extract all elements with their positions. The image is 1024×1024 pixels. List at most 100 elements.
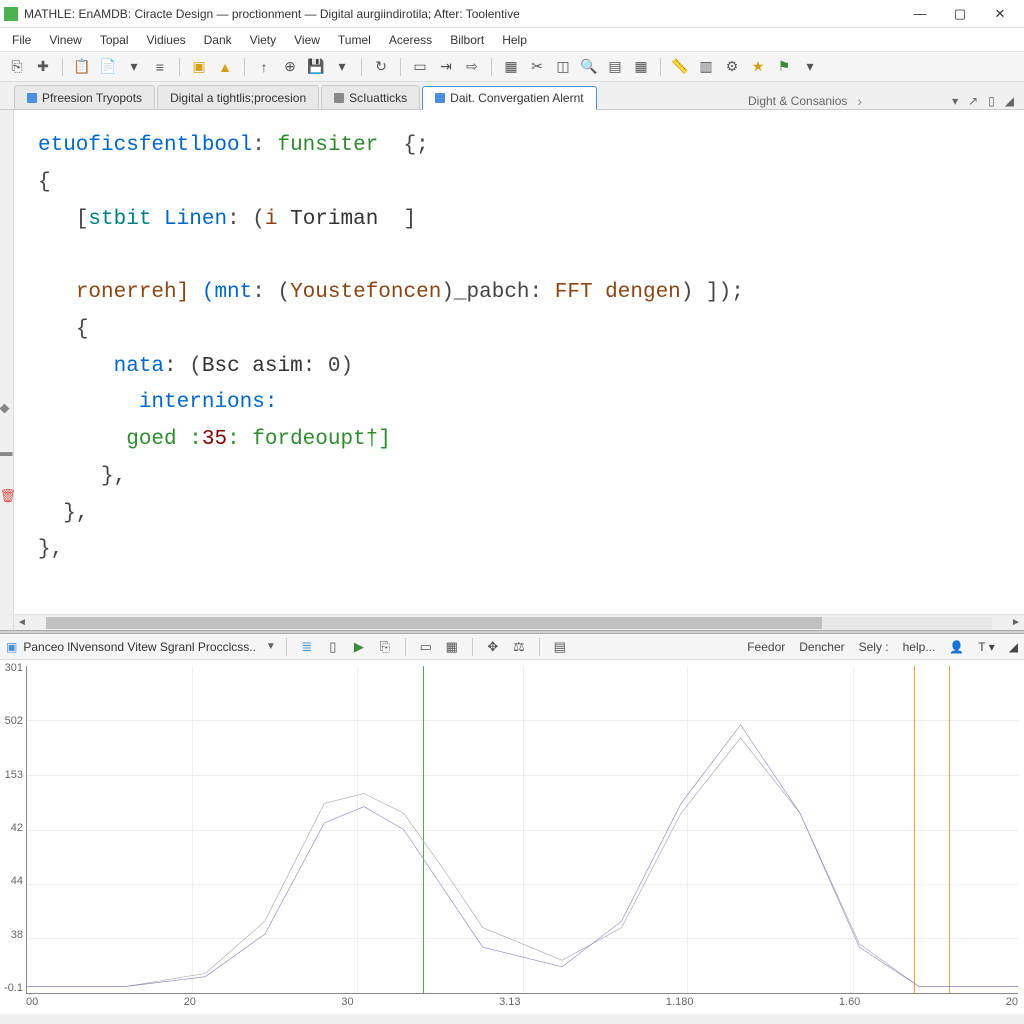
editor-pane: etuoficsfentlbool: funsiter {; { [stbit … [14, 110, 1024, 630]
menu-item[interactable]: Aceress [381, 30, 440, 50]
tab-item-active[interactable]: Dait. Convergatien Alernt [422, 86, 596, 110]
run-icon[interactable]: ▶ [349, 637, 369, 657]
menu-view[interactable]: View [286, 30, 328, 50]
menu-item[interactable]: Topal [92, 30, 137, 50]
align-icon[interactable]: ≣ [297, 637, 317, 657]
columns-icon[interactable]: ▯ [323, 637, 343, 657]
scroll-left-icon[interactable]: ◄ [14, 617, 30, 628]
code-token: Bsc [202, 355, 240, 378]
menu-item[interactable]: Vidiues [139, 30, 194, 50]
panel-toolbar: ▣ Panceo lNvensond Vitew Sgranl Procclcs… [0, 634, 1024, 660]
grid-icon[interactable]: ▦ [500, 56, 522, 78]
expand-icon[interactable]: ◢ [1005, 94, 1014, 108]
scroll-track[interactable] [46, 617, 992, 629]
plot-area[interactable] [26, 666, 1018, 994]
gear-icon[interactable]: ⚙ [721, 56, 743, 78]
folder-icon[interactable]: ▭ [409, 56, 431, 78]
new-icon[interactable]: ⎘ [6, 56, 28, 78]
paste-icon[interactable]: 📄 [97, 56, 119, 78]
separator [472, 638, 473, 656]
chart-icon[interactable]: ◫ [552, 56, 574, 78]
panel-icon[interactable]: ▯ [988, 94, 995, 108]
tab-item[interactable]: Pfreesion Tryopots [14, 85, 155, 109]
tab-item[interactable]: Digital a tightlis;procesion [157, 85, 319, 109]
forward-icon[interactable]: ⇨ [461, 56, 483, 78]
menu-file[interactable]: File [4, 30, 39, 50]
up-icon[interactable]: ↑ [253, 56, 275, 78]
person-icon[interactable]: ▲ [214, 56, 236, 78]
code-token: Toriman [290, 208, 378, 231]
list-icon[interactable]: ≡ [149, 56, 171, 78]
code-editor[interactable]: etuoficsfentlbool: funsiter {; { [stbit … [14, 110, 1024, 614]
menubar: File Vinew Topal Vidiues Dank Viety View… [0, 28, 1024, 52]
menu-item[interactable]: Bilbort [442, 30, 492, 50]
star-icon[interactable]: ★ [747, 56, 769, 78]
text-icon[interactable]: T ▾ [978, 640, 994, 654]
dropdown-icon[interactable]: ▾ [952, 94, 958, 108]
delete-icon[interactable]: 🗑 [0, 488, 14, 502]
dropdown-icon[interactable]: ▾ [123, 56, 145, 78]
table2-icon[interactable]: ▤ [550, 637, 570, 657]
ytick: 301 [5, 662, 23, 674]
panel-link[interactable]: help... [903, 640, 936, 654]
separator [286, 638, 287, 656]
chevron-down-icon[interactable]: ▾ [799, 56, 821, 78]
xtick: 30 [341, 996, 353, 1012]
breadcrumb-text[interactable]: Dight & Consanios [748, 94, 847, 108]
ruler-icon[interactable]: 📏 [669, 56, 691, 78]
panel-badge-icon: ▣ [6, 640, 17, 654]
zoom-icon[interactable]: 🔍 [578, 56, 600, 78]
center-icon[interactable]: ⊕ [279, 56, 301, 78]
chevron-down-icon[interactable]: ▼ [266, 641, 276, 652]
marker-icon[interactable]: ▬ [0, 444, 14, 458]
save2-icon[interactable]: ▭ [416, 637, 436, 657]
user2-icon[interactable]: 👤 [949, 640, 964, 654]
grid2-icon[interactable]: ▦ [630, 56, 652, 78]
xtick: 1.60 [839, 996, 860, 1012]
cursor-icon[interactable]: ✥ [483, 637, 503, 657]
ytick: -0.1 [4, 982, 23, 994]
code-token: Youstefoncen [290, 281, 441, 304]
menu-item[interactable]: Vinew [41, 30, 89, 50]
ytick: 42 [11, 822, 23, 834]
signal-chart[interactable]: 301 502 153 42 44 38 -0.1 00 20 30 3.13 … [0, 660, 1024, 1014]
close-button[interactable]: ✕ [980, 1, 1020, 27]
pin-icon[interactable]: ↗ [968, 94, 978, 108]
measure-icon[interactable]: ⚖ [509, 637, 529, 657]
user-icon[interactable]: ▣ [188, 56, 210, 78]
table-icon[interactable]: ▤ [604, 56, 626, 78]
expand2-icon[interactable]: ◢ [1009, 640, 1018, 654]
copy2-icon[interactable]: ⎘ [375, 637, 395, 657]
ytick: 44 [11, 875, 23, 887]
menu-item[interactable]: Dank [196, 30, 240, 50]
save-icon[interactable]: 💾 [305, 56, 327, 78]
xtick: 1.180 [666, 996, 694, 1012]
refresh-icon[interactable]: ↻ [370, 56, 392, 78]
code-token: stbit [88, 208, 151, 231]
panel-title[interactable]: Panceo lNvensond Vitew Sgranl Procclcss.… [23, 640, 260, 654]
flag-icon[interactable]: ⚑ [773, 56, 795, 78]
tab-item[interactable]: ScIuatticks [321, 85, 420, 109]
minimize-button[interactable]: — [900, 1, 940, 27]
code-token: goed : [126, 428, 202, 451]
grid3-icon[interactable]: ▦ [442, 637, 462, 657]
menu-item[interactable]: Tumel [330, 30, 379, 50]
scroll-thumb[interactable] [46, 617, 822, 629]
menu-help[interactable]: Help [494, 30, 535, 50]
horizontal-scrollbar[interactable]: ◄ ► [14, 614, 1024, 630]
panel-link[interactable]: Feedor [747, 640, 785, 654]
scroll-right-icon[interactable]: ► [1008, 617, 1024, 628]
maximize-button[interactable]: ▢ [940, 1, 980, 27]
code-token: (mnt [202, 281, 252, 304]
copy-icon[interactable]: 📋 [71, 56, 93, 78]
menu-item[interactable]: Viety [242, 30, 284, 50]
chevron-down-icon[interactable]: ▾ [331, 56, 353, 78]
tools-icon[interactable]: ✂ [526, 56, 548, 78]
doc-icon[interactable]: ▥ [695, 56, 717, 78]
panel-link[interactable]: Dencher [799, 640, 844, 654]
chevron-right-icon[interactable]: › [857, 93, 862, 109]
breakpoint-icon[interactable]: ◆ [0, 400, 14, 414]
export-icon[interactable]: ⇥ [435, 56, 457, 78]
panel-link[interactable]: Sely : [859, 640, 889, 654]
add-icon[interactable]: ✚ [32, 56, 54, 78]
